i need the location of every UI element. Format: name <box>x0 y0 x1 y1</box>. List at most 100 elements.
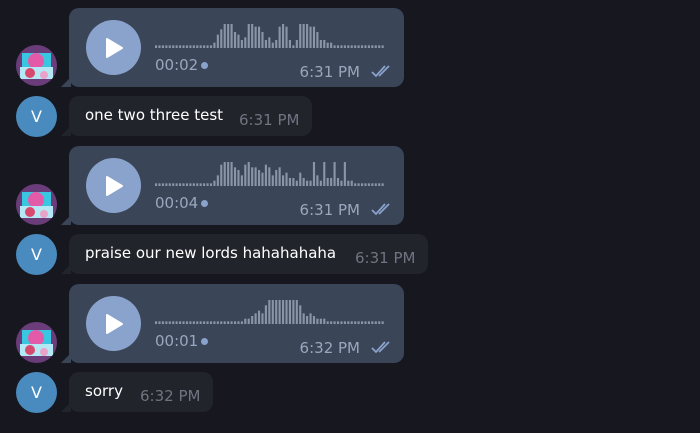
waveform-bar <box>216 34 219 48</box>
waveform-bar <box>360 45 364 48</box>
waveform-bar <box>220 321 223 324</box>
waveform-bar <box>354 45 357 48</box>
waveform-bar <box>278 26 281 48</box>
avatar-initial: V <box>31 107 42 126</box>
waveform-bar <box>288 300 292 324</box>
waveform-bar <box>158 183 161 186</box>
waveform-bar <box>299 305 302 324</box>
waveform[interactable] <box>155 298 385 324</box>
waveform-bar <box>189 183 192 186</box>
waveform-bar <box>209 45 213 48</box>
voice-message[interactable]: 00:04 6:31 PM <box>61 146 404 225</box>
waveform-bar <box>378 45 381 48</box>
waveform-bar <box>230 162 233 186</box>
waveform-bar <box>165 45 168 48</box>
play-icon <box>105 175 123 196</box>
waveform-bar <box>278 300 281 324</box>
waveform-bar <box>347 180 350 186</box>
waveform-bar <box>240 175 243 186</box>
double-check-icon <box>371 65 390 78</box>
waveform-bar <box>357 321 360 324</box>
unplayed-dot <box>201 338 208 345</box>
waveform[interactable] <box>155 160 385 186</box>
waveform-bar <box>179 45 182 48</box>
waveform-bar <box>367 183 370 186</box>
waveform-bar <box>299 24 302 48</box>
waveform-bar <box>295 180 298 186</box>
waveform-bar <box>168 183 171 186</box>
play-button[interactable] <box>86 158 141 213</box>
message-time: 6:32 PM <box>140 387 201 405</box>
waveform-bar <box>257 26 261 48</box>
play-button[interactable] <box>86 20 141 75</box>
waveform-bar <box>316 32 319 48</box>
waveform-bar <box>264 40 267 48</box>
waveform-bar <box>220 164 223 186</box>
waveform-bar <box>278 167 281 186</box>
waveform-bar <box>192 45 195 48</box>
waveform-bar <box>309 313 312 324</box>
message-text: sorry <box>85 382 123 400</box>
waveform-bar <box>309 26 312 48</box>
waveform-bar <box>268 300 271 324</box>
waveform-bar <box>302 178 305 186</box>
bubble-tail <box>61 264 71 274</box>
waveform-bar <box>251 24 254 48</box>
waveform-bar <box>357 45 360 48</box>
waveform-bar <box>264 305 267 324</box>
waveform-bar <box>302 313 305 324</box>
sender-avatar[interactable] <box>16 322 57 363</box>
waveform-bar <box>312 26 316 48</box>
bubble-tail <box>61 77 71 87</box>
waveform-bar <box>175 321 178 324</box>
text-message[interactable]: sorry 6:32 PM <box>61 372 213 412</box>
waveform-bar <box>268 37 271 48</box>
waveform-bar <box>381 183 384 186</box>
play-button[interactable] <box>86 296 141 351</box>
text-message[interactable]: praise our new lords hahahahaha 6:31 PM <box>61 234 428 274</box>
play-icon <box>105 313 123 334</box>
waveform-bar <box>330 321 333 324</box>
waveform-bar <box>343 45 346 48</box>
waveform-bar <box>155 45 158 48</box>
waveform-bar <box>319 318 322 324</box>
sender-avatar-v[interactable]: V <box>16 96 57 137</box>
waveform-bar <box>340 180 343 186</box>
waveform-bar <box>347 45 350 48</box>
waveform[interactable] <box>155 22 385 48</box>
waveform-bar <box>257 170 261 186</box>
sender-avatar-v[interactable]: V <box>16 234 57 275</box>
waveform-bar <box>237 34 240 48</box>
avatar-initial: V <box>31 245 42 264</box>
waveform-bar <box>227 162 230 186</box>
waveform-bar <box>309 180 312 186</box>
waveform-bar <box>203 45 206 48</box>
sender-avatar-v[interactable]: V <box>16 372 57 413</box>
sender-avatar[interactable] <box>16 184 57 225</box>
waveform-bar <box>216 175 219 186</box>
waveform-bar <box>192 321 195 324</box>
waveform-bar <box>288 178 292 186</box>
waveform-bar <box>347 321 350 324</box>
waveform-bar <box>172 321 175 324</box>
waveform-bar <box>216 321 219 324</box>
waveform-bar <box>185 321 189 324</box>
sender-avatar[interactable] <box>16 45 57 86</box>
waveform-bar <box>209 321 213 324</box>
waveform-bar <box>172 183 175 186</box>
waveform-bar <box>333 321 336 324</box>
waveform-bar <box>360 321 364 324</box>
waveform-bar <box>374 45 377 48</box>
waveform-bar <box>326 321 329 324</box>
waveform-bar <box>275 300 278 324</box>
voice-message[interactable]: 00:01 6:32 PM <box>61 284 404 363</box>
bubble-tail <box>61 402 71 412</box>
voice-message[interactable]: 00:02 6:31 PM <box>61 8 404 87</box>
waveform-bar <box>199 45 202 48</box>
text-message[interactable]: one two three test 6:31 PM <box>61 96 312 136</box>
waveform-bar <box>227 24 230 48</box>
waveform-bar <box>340 321 343 324</box>
waveform-bar <box>350 321 353 324</box>
waveform-bar <box>172 45 175 48</box>
waveform-bar <box>189 321 192 324</box>
